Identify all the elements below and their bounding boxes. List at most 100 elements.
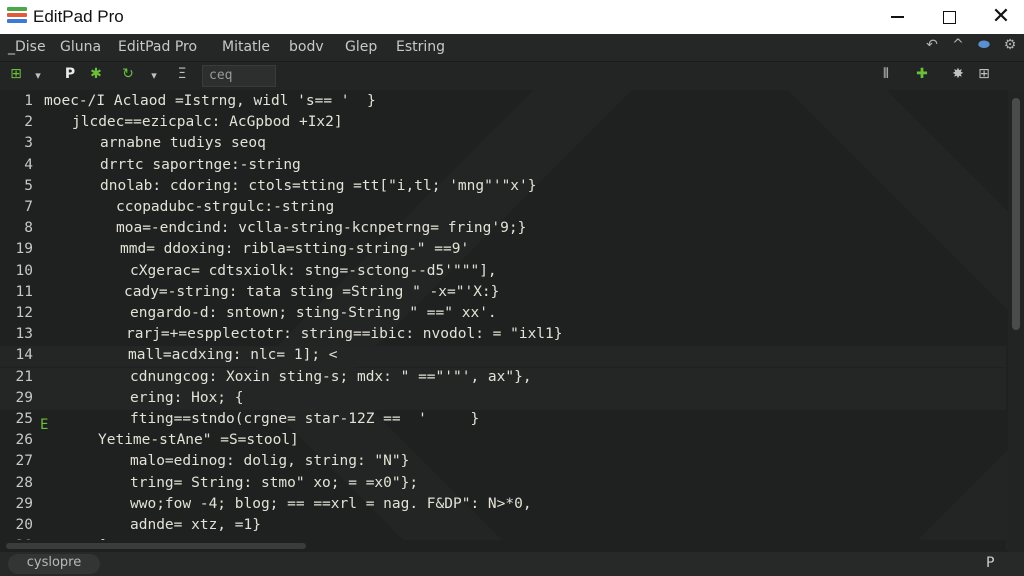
code-text[interactable]: dnolab: cdoring: ctols=tting =tt["i,tl; … <box>100 178 537 194</box>
line-number: 2 <box>24 114 33 131</box>
code-text[interactable]: cady=-string: tata sting =String " -x="'… <box>124 284 499 300</box>
code-line[interactable]: 10 cXgerac= cdtsxiolk: stng=-sctong--d5'"… <box>0 262 1006 283</box>
menu-item-file[interactable]: _Dise <box>8 39 46 55</box>
code-text[interactable]: jlcdec==ezicpalc: AcGpbod +Ix2] <box>72 114 343 130</box>
line-number: 27 <box>15 453 33 470</box>
code-line[interactable]: 7 ccopadubc-strgulc:-string <box>0 198 1006 219</box>
columns-icon[interactable]: ⫴ <box>876 66 896 82</box>
code-line[interactable]: 28 tring= String: stmo" xo; = =x0"}; <box>0 474 1006 495</box>
code-text[interactable]: wwo;fow -4; blog; == ==xrl = nag. F&DP":… <box>130 496 532 512</box>
code-line[interactable]: 2 jlcdec==ezicpalc: AcGpbod +Ix2] <box>0 113 1006 134</box>
line-number: 10 <box>15 262 33 279</box>
menu-item-3[interactable]: EditPad Pro <box>118 39 197 55</box>
minimize-icon <box>890 16 904 18</box>
code-line[interactable]: 4 drrtc saportnge:-string <box>0 156 1006 177</box>
search-input[interactable]: ceq <box>202 65 276 87</box>
status-bar: cyslopre P <box>0 552 1024 576</box>
gear-icon[interactable]: ✱ <box>86 66 106 82</box>
code-editor[interactable]: E 1 moec-/I Aclaod =Istrng, widl 's== ' }… <box>0 90 1024 552</box>
maximize-button[interactable] <box>926 0 972 34</box>
chevron-up-icon[interactable]: ^ <box>948 37 968 53</box>
code-line[interactable]: 29 ering: Hox; { <box>0 388 1006 410</box>
undo-icon[interactable]: ↶ <box>922 37 942 53</box>
code-text[interactable]: cdnungcog: Xoxin sting-s; mdx: " =="'"',… <box>130 369 532 385</box>
line-number: 13 <box>15 326 33 343</box>
menu-item-4[interactable]: Mitatle <box>222 39 270 55</box>
line-number: 14 <box>15 347 33 364</box>
line-number: 12 <box>15 305 33 321</box>
drop-icon[interactable]: ⬬ <box>974 37 994 53</box>
code-text[interactable]: ering: Hox; { <box>130 390 244 406</box>
code-text[interactable]: drrtc saportnge:-string <box>100 157 301 173</box>
code-text[interactable]: moa=-endcind: vclla-string-kcnpetrng= fr… <box>116 220 526 236</box>
close-button[interactable]: ✕ <box>978 0 1024 34</box>
menu-item-5[interactable]: bodv <box>289 39 324 55</box>
line-number: 20 <box>15 517 33 533</box>
line-number: 21 <box>15 368 33 385</box>
scrollbar-thumb[interactable] <box>6 543 306 549</box>
code-line[interactable]: 3 arnabne tudiys seoq <box>0 134 1006 155</box>
plugin-icon[interactable]: ✚ <box>912 66 932 82</box>
line-number: 29 <box>15 495 33 512</box>
menu-item-2[interactable]: Gluna <box>60 39 101 55</box>
code-line[interactable]: 12 engardo-d: sntown; sting-String " ==" … <box>0 304 1006 325</box>
code-text[interactable]: mall=acdxing: nlc= 1]; < <box>128 347 338 363</box>
horizontal-scrollbar[interactable] <box>0 540 1006 552</box>
code-line[interactable]: 26 Yetime-stAne" =S=stool] <box>0 431 1006 452</box>
line-number: 8 <box>24 220 33 237</box>
code-text[interactable]: fting==stndo(crgne= star-12Z == ' } <box>130 411 479 427</box>
code-line[interactable]: 27 malo=edinog: dolig, string: "N"} <box>0 452 1006 473</box>
code-text[interactable]: engardo-d: sntown; sting-String " ==" xx… <box>130 305 497 321</box>
code-text[interactable]: tring= String: stmo" xo; = =x0"}; <box>130 475 418 491</box>
dropdown-arrow-icon[interactable]: ▾ <box>144 69 164 82</box>
dropdown-arrow-icon[interactable]: ▾ <box>28 69 48 82</box>
code-line[interactable]: 29 wwo;fow -4; blog; == ==xrl = nag. F&DP… <box>0 495 1006 516</box>
code-line[interactable]: 1 moec-/I Aclaod =Istrng, widl 's== ' } <box>0 92 1006 113</box>
code-line[interactable]: 13 rarj=+=espplectotr: string==ibic: nvod… <box>0 325 1006 346</box>
code-line[interactable]: 21 cdnungcog: Xoxin sting-s; mdx: " =="'"… <box>0 367 1006 389</box>
menu-item-7[interactable]: Estring <box>396 39 445 55</box>
code-line[interactable]: 8 moa=-endcind: vclla-string-kcnpetrng= f… <box>0 219 1006 240</box>
code-text[interactable]: mmd= ddoxing: ribla=stting-string-" ==9' <box>120 241 469 257</box>
minimize-button[interactable] <box>874 0 920 34</box>
code-text[interactable]: rarj=+=espplectotr: string==ibic: nvodol… <box>126 326 563 342</box>
line-number: 26 <box>15 432 33 449</box>
line-number: 28 <box>15 474 33 491</box>
grid-icon[interactable]: ⊞ <box>6 66 26 82</box>
code-line[interactable]: 14 mall=acdxing: nlc= 1]; < <box>0 346 1006 368</box>
code-text[interactable]: arnabne tudiys seoq <box>100 135 266 151</box>
line-number: 29 <box>15 389 33 406</box>
leaf-icon[interactable]: ↻ <box>118 66 138 82</box>
line-number: 7 <box>24 199 33 215</box>
app-logo-icon <box>7 7 27 27</box>
code-line[interactable]: 20 adnde= xtz, =1} <box>0 516 1006 537</box>
line-number: 5 <box>24 177 33 194</box>
line-number: 19 <box>15 241 33 258</box>
settings-icon[interactable]: ⚙ <box>1000 37 1020 53</box>
code-text[interactable]: cXgerac= cdtsxiolk: stng=-sctong--d5'"""… <box>130 263 497 279</box>
paragraph-icon[interactable]: P <box>60 66 80 82</box>
title-bar: EditPad Pro ✕ <box>0 0 1024 34</box>
line-number: 25 <box>15 411 33 427</box>
code-line[interactable]: 5 dnolab: cdoring: ctols=tting =tt["i,tl;… <box>0 177 1006 198</box>
code-line[interactable]: 11 cady=-string: tata sting =String " -x=… <box>0 283 1006 304</box>
code-line[interactable]: 19 mmd= ddoxing: ribla=stting-string-" ==… <box>0 240 1006 261</box>
menu-bar: _Dise Gluna EditPad Pro Mitatle bodv Gle… <box>0 34 1024 62</box>
close-icon: ✕ <box>991 4 1011 29</box>
status-indicator[interactable]: P <box>986 555 994 571</box>
menu-item-help[interactable]: Glep <box>345 39 377 55</box>
code-text[interactable]: moec-/I Aclaod =Istrng, widl 's== ' } <box>44 93 376 109</box>
code-line[interactable]: 25 fting==stndo(crgne= star-12Z == ' } <box>0 410 1006 431</box>
scrollbar-thumb[interactable] <box>1012 98 1020 330</box>
line-number: 11 <box>15 283 33 300</box>
grid-view-icon[interactable]: ⊞ <box>974 66 994 82</box>
line-number: 1 <box>24 93 33 109</box>
code-text[interactable]: ccopadubc-strgulc:-string <box>116 199 334 215</box>
code-text[interactable]: Yetime-stAne" =S=stool] <box>98 432 299 448</box>
vertical-scrollbar[interactable] <box>1008 90 1024 552</box>
text-format-icon[interactable]: Ξ <box>172 66 192 82</box>
status-mode[interactable]: cyslopre <box>8 554 100 574</box>
code-text[interactable]: adnde= xtz, =1} <box>130 517 261 533</box>
bug-icon[interactable]: ✸ <box>948 66 968 82</box>
code-text[interactable]: malo=edinog: dolig, string: "N"} <box>130 453 409 469</box>
